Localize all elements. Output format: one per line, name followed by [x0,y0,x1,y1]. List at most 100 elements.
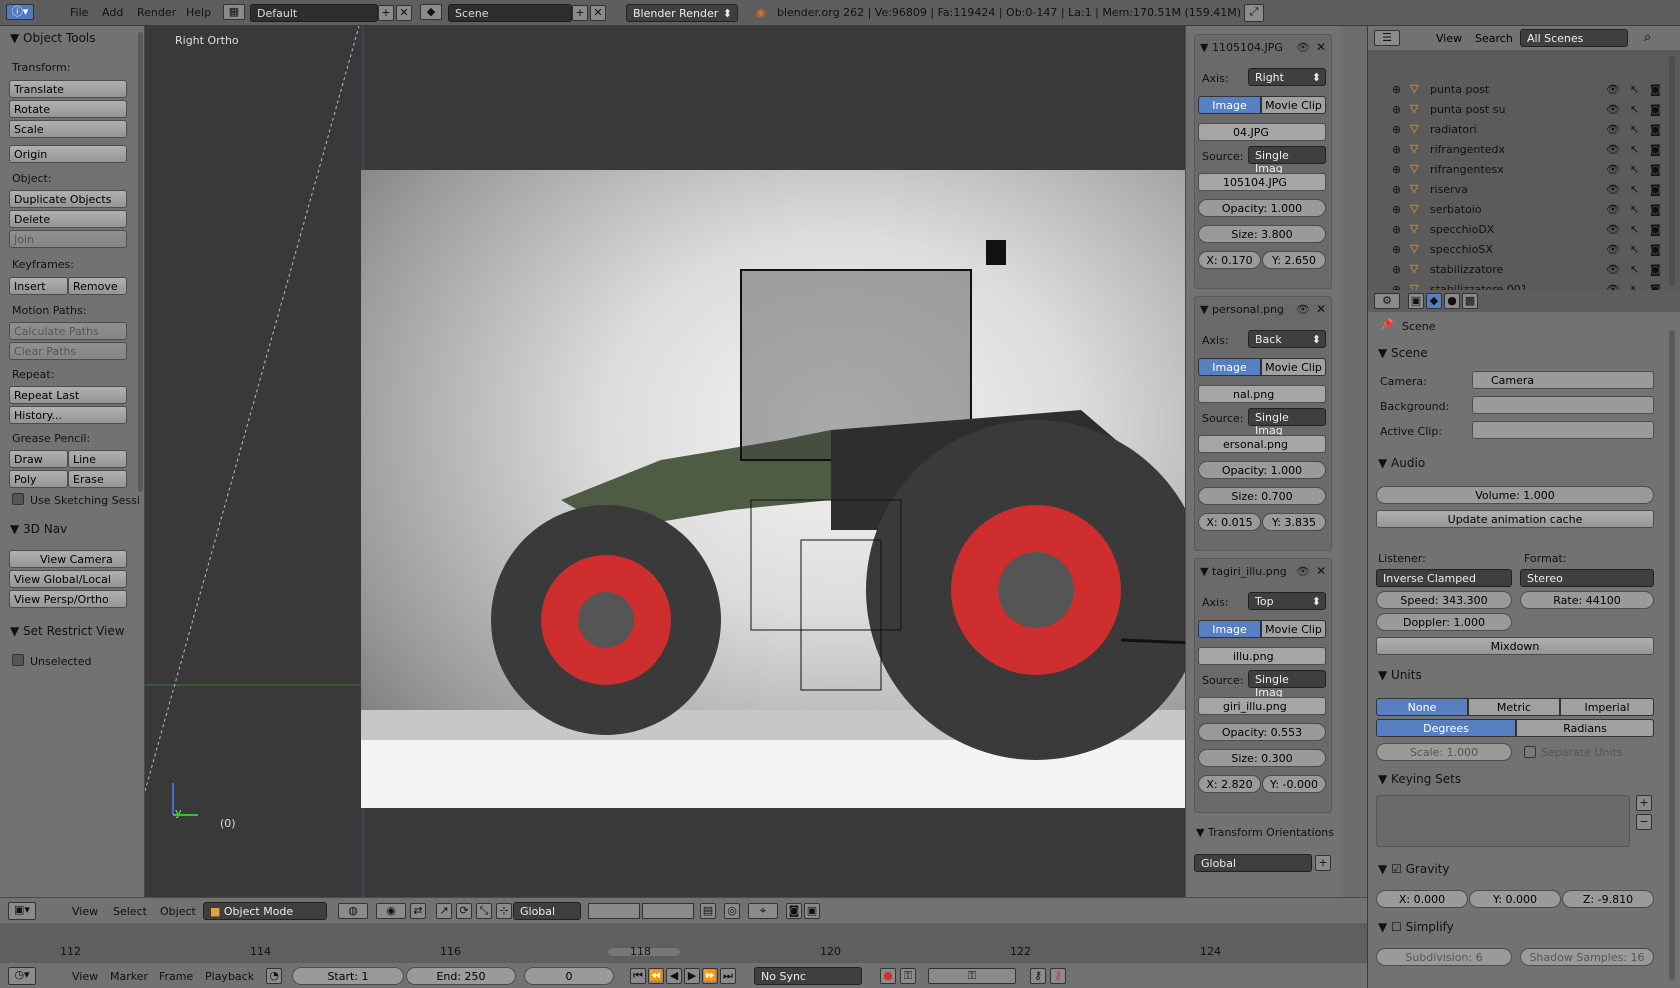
render-camera-icon[interactable]: ◙ [1650,163,1661,176]
snap-icon[interactable]: ⌖ [748,903,778,919]
bg3-file-field[interactable]: illu.png [1198,647,1326,665]
bg1-y-field[interactable]: Y: 2.650 [1262,251,1326,269]
draw-button[interactable]: Draw [9,450,68,468]
bg3-eye-icon[interactable]: 👁 [1296,565,1310,578]
bg3-image-field[interactable]: giri_illu.png [1198,697,1326,715]
render-animation-icon[interactable]: ▣ [804,903,820,919]
scene-field[interactable]: Scene [448,4,572,22]
delete-keyframe-icon[interactable]: ⚷ [1050,968,1066,984]
pin-icon[interactable]: 📌 [1380,318,1394,331]
mode-dropdown[interactable]: ■ Object Mode [203,902,327,920]
select-arrow-icon[interactable]: ↖ [1630,163,1639,176]
transform-space-icon[interactable]: ⊹ [496,903,512,919]
camera-field[interactable]: Camera [1472,371,1654,389]
rotate-manipulator-icon[interactable]: ⟳ [456,903,472,919]
visibility-eye-icon[interactable]: 👁 [1606,123,1620,136]
shadow-samples-field[interactable]: Shadow Samples: 16 [1520,948,1654,966]
timeline-area[interactable] [0,923,1367,963]
preview-range-icon[interactable]: ◔ [266,968,282,984]
repeat-last-button[interactable]: Repeat Last [9,386,127,404]
bg3-movie-tab[interactable]: Movie Clip [1261,620,1326,638]
menu-render[interactable]: Render [137,6,176,19]
keying-sets-list[interactable] [1376,795,1630,847]
end-frame-field[interactable]: End: 250 [406,967,516,985]
outliner-item[interactable]: ⊕ ▽ serbatoio 👁 ↖ ◙ [1368,200,1668,220]
expand-icon[interactable]: ⊕ [1392,183,1401,196]
viewport-shading-icon[interactable]: ◍ [338,903,368,919]
units-metric-tab[interactable]: Metric [1468,698,1560,716]
tl-frame-menu[interactable]: Frame [159,970,193,983]
simplify-panel-title[interactable]: ▼ ☐ Simplify [1378,920,1454,934]
orientation-dropdown[interactable]: Global [1194,854,1312,872]
speed-field[interactable]: Speed: 343.300 [1376,591,1512,609]
manipulator-toggle-icon[interactable]: ⇄ [410,903,426,919]
visibility-eye-icon[interactable]: 👁 [1606,243,1620,256]
outliner-item[interactable]: ⊕ ▽ specchioDX 👁 ↖ ◙ [1368,220,1668,240]
world-tab-icon[interactable]: ● [1444,293,1460,309]
bg1-movie-tab[interactable]: Movie Clip [1261,96,1326,114]
scenes-dropdown[interactable]: All Scenes [1520,29,1628,47]
expand-icon[interactable]: ⊕ [1392,83,1401,96]
3d-viewport[interactable]: Right Ortho y (0) [145,26,1320,897]
select-arrow-icon[interactable]: ↖ [1630,143,1639,156]
menu-add[interactable]: Add [102,6,123,19]
unselected-checkbox[interactable] [12,654,24,666]
radians-tab[interactable]: Radians [1516,719,1654,737]
bg1-title[interactable]: ▼ 1105104.JPG [1200,41,1283,54]
degrees-tab[interactable]: Degrees [1376,719,1516,737]
render-icon[interactable]: ◙ [786,903,802,919]
outliner-item[interactable]: ⊕ ▽ punta post su 👁 ↖ ◙ [1368,100,1668,120]
view-menu[interactable]: View [72,905,98,918]
outliner-view-menu[interactable]: View [1436,32,1462,45]
3d-nav-title[interactable]: ▼ 3D Nav [10,522,67,536]
keying-icon[interactable]: ⚿ [900,968,916,984]
render-camera-icon[interactable]: ◙ [1650,103,1661,116]
outliner-item[interactable]: ⊕ ▽ radiatori 👁 ↖ ◙ [1368,120,1668,140]
volume-field[interactable]: Volume: 1.000 [1376,486,1654,504]
object-tools-title[interactable]: ▼ Object Tools [10,31,96,45]
origin-button[interactable]: Origin [9,145,127,163]
view-persp-ortho-button[interactable]: View Persp/Ortho [9,590,127,608]
active-clip-field[interactable] [1472,421,1654,439]
bg1-close-icon[interactable]: ✕ [1316,40,1326,54]
line-button[interactable]: Line [68,450,127,468]
current-frame-field[interactable]: 0 [524,967,614,985]
sync-dropdown[interactable]: No Sync [754,967,862,985]
bg3-x-field[interactable]: X: 2.820 [1198,775,1261,793]
bg1-opacity-field[interactable]: Opacity: 1.000 [1198,199,1326,217]
outliner-item[interactable]: ⊕ ▽ punta post 👁 ↖ ◙ [1368,80,1668,100]
translate-button[interactable]: Translate [9,80,127,98]
unit-scale-field[interactable]: Scale: 1.000 [1376,743,1512,761]
bg2-x-field[interactable]: X: 0.015 [1198,513,1261,531]
layout-field[interactable]: Default [250,4,378,22]
bg1-image-tab[interactable]: Image [1198,96,1261,114]
select-arrow-icon[interactable]: ↖ [1630,123,1639,136]
start-frame-field[interactable]: Start: 1 [292,967,404,985]
tl-playback-menu[interactable]: Playback [205,970,254,983]
select-arrow-icon[interactable]: ↖ [1630,203,1639,216]
outliner-item[interactable]: ⊕ ▽ rifrangentedx 👁 ↖ ◙ [1368,140,1668,160]
bg3-title[interactable]: ▼ tagiri_illu.png [1200,565,1287,578]
outliner-scrollbar[interactable] [1669,56,1675,286]
sketching-checkbox[interactable] [12,493,24,505]
bg2-close-icon[interactable]: ✕ [1316,302,1326,316]
scale-button[interactable]: Scale [9,120,127,138]
visibility-eye-icon[interactable]: 👁 [1606,183,1620,196]
render-camera-icon[interactable]: ◙ [1650,223,1661,236]
expand-icon[interactable]: ⊕ [1392,143,1401,156]
3d-view-editor-icon[interactable]: ▣▾ [8,902,36,920]
select-arrow-icon[interactable]: ↖ [1630,103,1639,116]
separate-units-checkbox[interactable] [1524,746,1536,758]
visibility-eye-icon[interactable]: 👁 [1606,223,1620,236]
render-camera-icon[interactable]: ◙ [1650,143,1661,156]
gravity-panel-title[interactable]: ▼ ☑ Gravity [1378,862,1449,876]
history-button[interactable]: History... [9,406,127,424]
select-arrow-icon[interactable]: ↖ [1630,83,1639,96]
bg3-y-field[interactable]: Y: -0.000 [1262,775,1326,793]
texture-tab-icon[interactable]: ▩ [1462,293,1478,309]
units-panel-title[interactable]: ▼ Units [1378,668,1422,682]
bg2-opacity-field[interactable]: Opacity: 1.000 [1198,461,1326,479]
visibility-eye-icon[interactable]: 👁 [1606,143,1620,156]
bg2-image-field[interactable]: ersonal.png [1198,435,1326,453]
properties-scrollbar[interactable] [1669,330,1675,980]
